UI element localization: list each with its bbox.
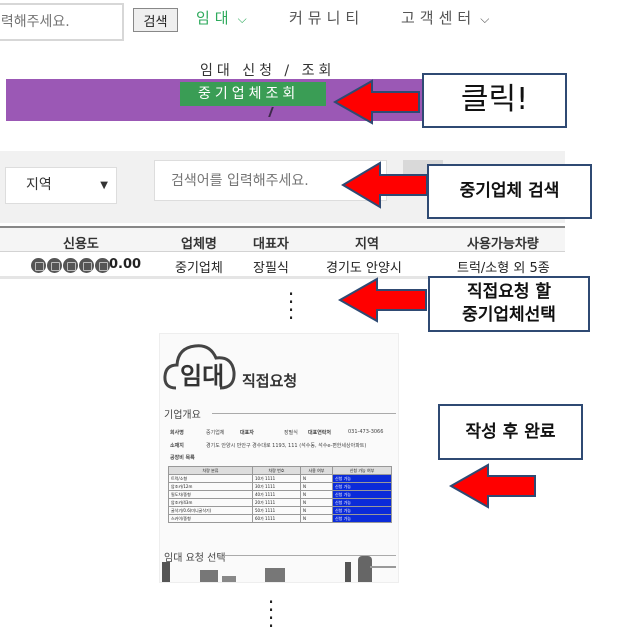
eq-cell-available: 신청 가능 — [332, 490, 392, 499]
eq-th-available: 신청 가능 여부 — [332, 466, 392, 475]
th-region: 지역 — [355, 237, 379, 252]
ellipsis-vertical-icon: · · · · — [267, 590, 275, 635]
table-row: 암조카/43m 20가 1111 N 신청 가능 — [168, 498, 392, 507]
eq-cell: 암조카/43m — [168, 498, 253, 507]
eq-cell: N — [300, 498, 333, 507]
section-company-overview: 기업개요 — [164, 410, 201, 421]
rating-coin-icon — [95, 258, 110, 273]
callout-click: 클릭! — [422, 73, 567, 128]
divider — [212, 413, 396, 414]
rating-coin-icon — [79, 258, 94, 273]
company-value: 중기업체 — [206, 430, 225, 436]
callout-select-line1: 직접요청 할 — [466, 282, 552, 303]
company-label: 회사명 — [170, 430, 184, 436]
eq-th-number: 차량 번호 — [252, 466, 301, 475]
logo-text: 임대 — [180, 362, 225, 390]
eq-cell: 트럭/소형 — [168, 474, 253, 483]
red-arrow-icon — [448, 463, 536, 509]
eq-cell: 30가 1111 — [252, 482, 301, 491]
contact-value: 031-473-3066 — [348, 429, 384, 435]
contact-label: 대표연락처 — [308, 430, 332, 436]
form-subtitle: 직접요청 — [242, 372, 298, 390]
table-row: 스카이/중형 60가 1111 N 신청 가능 — [168, 514, 392, 523]
credit-rating-icons — [31, 258, 111, 273]
rep-value: 장필식 — [284, 430, 298, 436]
table-row: 필도차/중형 40가 1111 N 신청 가능 — [168, 490, 392, 499]
eq-cell: N — [300, 482, 333, 491]
eq-th-type: 차량 분류 — [168, 466, 253, 475]
callout-search-company: 중기업체 검색 — [427, 164, 592, 219]
th-company: 업체명 — [181, 237, 217, 252]
rating-coin-icon — [47, 258, 62, 273]
table-row: 암조카/12m 30가 1111 N 신청 가능 — [168, 482, 392, 491]
nav-customer-center[interactable]: 고객센터 ⌵ — [401, 7, 489, 28]
nav-community-label: 커뮤니티 — [289, 9, 365, 27]
address-value: 경기도 안양시 만안구 경수대로 1193, 111 (석수동, 석수e-편한세… — [206, 443, 367, 449]
rating-value: 0.00 — [109, 257, 142, 272]
direct-request-form-preview: 임대 직접요청 기업개요 회사명 중기업체 대표자 장필식 대표연락처 031-… — [159, 333, 399, 583]
th-vehicles: 사용가능차량 — [467, 237, 539, 252]
eq-cell: N — [300, 474, 333, 483]
eq-cell-available: 신청 가능 — [332, 498, 392, 507]
row-vehicles: 트럭/소형 외 5종 — [457, 261, 550, 276]
menu-item-rental-apply[interactable]: 임대 신청 / 조회 — [200, 60, 335, 80]
chevron-down-icon: ⌵ — [480, 12, 490, 26]
eq-cell: 10가 1111 — [252, 474, 301, 483]
eq-cell: N — [300, 506, 333, 515]
th-representative: 대표자 — [253, 237, 289, 252]
table-row: 트럭/소형 10가 1111 N 신청 가능 — [168, 474, 392, 483]
callout-select-company: 직접요청 할 중기업체선택 — [428, 276, 590, 332]
menu-item-company-lookup[interactable]: 중기업체조회 — [180, 82, 326, 106]
ellipsis-vertical-icon: · · · · — [287, 282, 295, 330]
eq-cell: 필도차/중형 — [168, 490, 253, 499]
region-select[interactable]: 지역 ▼ — [5, 167, 117, 204]
eq-cell: 20가 1111 — [252, 498, 301, 507]
eq-cell: 굴삭기/0.6(미니굴삭기) — [168, 506, 253, 515]
header-search-input[interactable] — [0, 5, 122, 39]
eq-cell-available: 신청 가능 — [332, 474, 392, 483]
row-representative: 장필식 — [253, 261, 289, 276]
nav-customer-center-label: 고객센터 — [401, 9, 477, 27]
nav-community[interactable]: 커뮤니티 — [289, 7, 364, 28]
eq-cell: 60가 1111 — [252, 514, 301, 523]
address-label: 소재지 — [170, 443, 184, 449]
red-arrow-icon — [341, 161, 428, 209]
dropdown-triangle-icon: ▼ — [100, 180, 108, 191]
th-rating: 신용도 — [63, 237, 99, 252]
eq-cell: N — [300, 514, 333, 523]
eq-cell: 암조카/12m — [168, 482, 253, 491]
rep-label: 대표자 — [240, 430, 254, 436]
red-arrow-icon — [337, 277, 427, 323]
nav-rental-label: 임대 — [196, 9, 234, 27]
header-search-button[interactable]: 검색 — [133, 8, 178, 32]
eq-cell-available: 신청 가능 — [332, 506, 392, 515]
equipment-illustration-icon — [162, 556, 396, 582]
equipment-table-header: 차량 분류 차량 번호 사용 여부 신청 가능 여부 — [168, 466, 392, 475]
table-row: 굴삭기/0.6(미니굴삭기) 50가 1111 N 신청 가능 — [168, 506, 392, 515]
eq-cell: 50가 1111 — [252, 506, 301, 515]
cursor-icon — [268, 107, 274, 117]
eq-cell: 40가 1111 — [252, 490, 301, 499]
eq-cell: 스카이/중형 — [168, 514, 253, 523]
callout-complete: 작성 후 완료 — [438, 404, 583, 460]
equipment-table: 차량 분류 차량 번호 사용 여부 신청 가능 여부 트럭/소형 10가 111… — [168, 466, 392, 523]
eq-cell-available: 신청 가능 — [332, 514, 392, 523]
rating-coin-icon — [31, 258, 46, 273]
callout-select-line2: 중기업체선택 — [462, 305, 556, 325]
table-header: 신용도 업체명 대표자 지역 사용가능차량 — [0, 228, 565, 252]
eq-th-use: 사용 여부 — [300, 466, 333, 475]
region-select-value: 지역 — [26, 177, 52, 193]
rating-coin-icon — [63, 258, 78, 273]
row-region: 경기도 안양시 — [326, 261, 402, 276]
chevron-down-icon: ⌵ — [237, 12, 247, 26]
nav-rental[interactable]: 임대 ⌵ — [196, 7, 247, 28]
header-search-box[interactable] — [0, 3, 124, 41]
eq-cell-available: 신청 가능 — [332, 482, 392, 491]
row-company[interactable]: 중기업체 — [175, 257, 223, 276]
table-row[interactable]: 0.00 중기업체 장필식 경기도 안양시 트럭/소형 외 5종 — [0, 252, 565, 279]
equipment-list-label: 공장비 목록 — [170, 455, 195, 461]
eq-cell: N — [300, 490, 333, 499]
red-arrow-icon — [332, 79, 420, 125]
